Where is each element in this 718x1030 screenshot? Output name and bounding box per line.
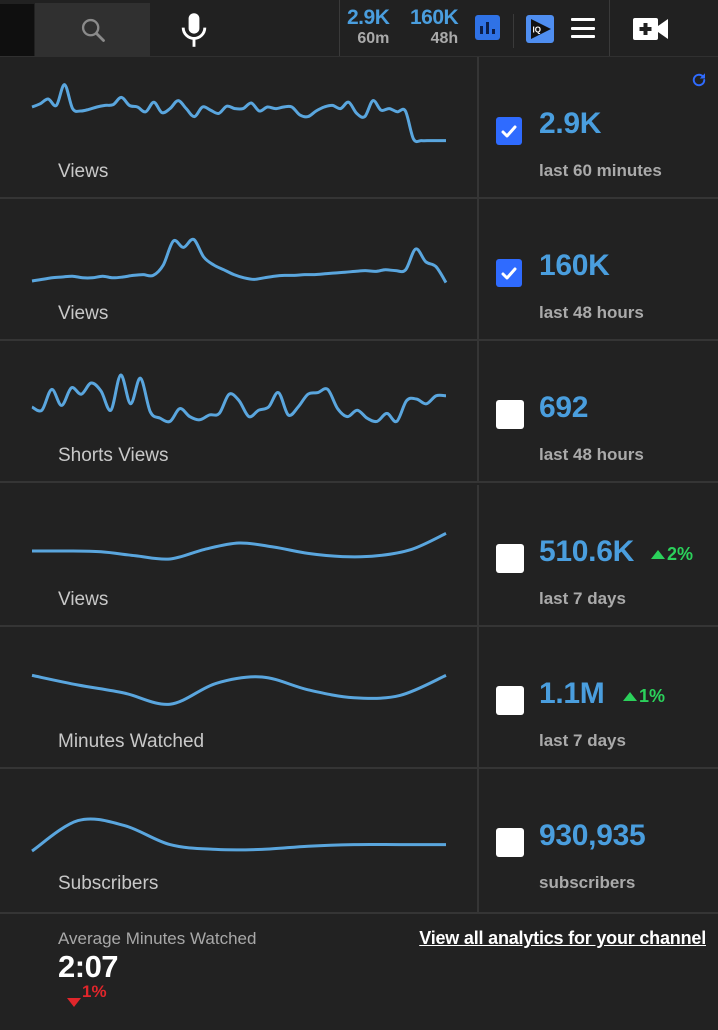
sparkline-chart: [30, 503, 450, 583]
svg-text:IQ: IQ: [533, 26, 541, 35]
metric-label: Shorts Views: [58, 445, 169, 466]
menu-icon-line: [571, 35, 595, 38]
metric-period: last 7 days: [539, 731, 626, 750]
divider: [339, 0, 340, 56]
realtime-stat-48h[interactable]: 160K 48h: [410, 6, 459, 48]
checkmark-icon: [501, 125, 517, 137]
sparkline-svg: [31, 532, 447, 561]
metric-row: Minutes Watched 1.1M 1% last 7 days: [0, 627, 718, 769]
sparkline-svg: [31, 373, 447, 424]
sparkline-line: [31, 673, 447, 706]
metric-chart-panel: Shorts Views: [0, 341, 479, 481]
metric-value: 1.1M: [539, 677, 605, 710]
metric-value: 510.6K: [539, 535, 634, 568]
divider: [513, 14, 514, 48]
analytics-chart-icon: [480, 26, 483, 34]
arrow-up-icon: [623, 692, 637, 701]
sparkline-svg: [31, 83, 446, 144]
metric-chart-panel: Views: [0, 57, 479, 197]
metric-label: Views: [58, 161, 109, 182]
sparkline-chart: [30, 645, 450, 725]
sparkline-line: [31, 817, 446, 853]
search-icon: [81, 18, 105, 42]
top-bar: 2.9K 60m 160K 48h IQ: [0, 0, 718, 57]
metric-checkbox[interactable]: [496, 400, 524, 429]
metric-chart-panel: Views: [0, 199, 479, 339]
metric-checkbox[interactable]: [496, 828, 524, 857]
metric-chart-panel: Minutes Watched: [0, 627, 479, 767]
analytics-chart-icon-bar: [486, 22, 489, 34]
sparkline-svg: [31, 673, 447, 706]
change-value: 1%: [82, 982, 107, 1001]
metric-row: Views 2.9K last 60 minutes: [0, 57, 718, 199]
avg-minutes-change: 1%: [67, 982, 107, 1008]
sparkline-chart: [30, 75, 450, 155]
sparkline-svg: [31, 817, 446, 853]
footer: Average Minutes Watched 2:07 1% View all…: [0, 914, 718, 1030]
stat-value: 160K: [410, 6, 459, 29]
menu-icon-line: [571, 26, 595, 30]
create-video-icon: [633, 18, 668, 40]
sparkline-line: [31, 237, 448, 284]
divider: [609, 0, 610, 56]
sparkline-svg: [31, 237, 448, 284]
menu-button[interactable]: [571, 18, 595, 38]
sparkline-line: [31, 373, 447, 424]
microphone-icon: [181, 13, 207, 47]
metric-row: Subscribers 930,935 subscribers: [0, 769, 718, 914]
metric-checkbox[interactable]: [496, 544, 524, 573]
metric-period: subscribers: [539, 873, 636, 892]
metric-change: 1%: [623, 686, 665, 707]
change-value: 2%: [667, 544, 694, 564]
sparkline-chart: [30, 787, 450, 867]
metric-label: Minutes Watched: [58, 731, 205, 752]
metric-label: Views: [58, 303, 109, 324]
stat-value: 2.9K: [347, 6, 390, 29]
metric-row: Views 510.6K 2% last 7 days: [0, 485, 718, 627]
voice-search-button[interactable]: [172, 8, 216, 52]
metric-period: last 7 days: [539, 589, 626, 608]
metric-period: last 48 hours: [539, 445, 644, 464]
realtime-stat-60m[interactable]: 2.9K 60m: [347, 6, 390, 48]
sparkline-chart: [30, 359, 450, 439]
metric-value: 930,935: [539, 819, 646, 852]
metric-chart-panel: Views: [0, 485, 479, 625]
metric-row: Views 160K last 48 hours: [0, 199, 718, 341]
arrow-down-icon: [67, 998, 81, 1007]
refresh-icon[interactable]: [690, 71, 708, 89]
checkmark-icon: [501, 267, 517, 279]
stat-label: 60m: [357, 30, 390, 47]
change-value: 1%: [639, 686, 666, 706]
sparkline-line: [31, 83, 446, 144]
menu-icon: [571, 18, 595, 21]
avg-minutes-value: 2:07: [58, 949, 119, 984]
analytics-chart-icon-bar: [492, 29, 495, 34]
metric-label: Views: [58, 589, 109, 610]
metric-row: Shorts Views 692 last 48 hours: [0, 341, 718, 483]
stat-label: 48h: [430, 30, 459, 47]
sparkline-line: [31, 532, 447, 561]
metric-chart-panel: Subscribers: [0, 769, 479, 912]
search-input-edge[interactable]: [0, 4, 34, 56]
avg-minutes-label: Average Minutes Watched: [58, 929, 257, 948]
sparkline-chart: [30, 217, 450, 297]
search-button[interactable]: [35, 3, 150, 57]
metric-period: last 48 hours: [539, 303, 644, 322]
analytics-chart-button[interactable]: [475, 15, 500, 40]
metric-value: 692: [539, 391, 589, 424]
vidiq-logo-icon: IQ: [531, 19, 551, 39]
vidiq-button[interactable]: IQ: [526, 15, 554, 43]
metric-checkbox[interactable]: [496, 686, 524, 715]
metric-value: 2.9K: [539, 107, 602, 140]
metric-label: Subscribers: [58, 873, 159, 894]
view-all-analytics-link[interactable]: View all analytics for your channel: [419, 928, 706, 949]
create-video-button[interactable]: [632, 14, 670, 44]
arrow-up-icon: [651, 550, 665, 559]
metric-value: 160K: [539, 249, 610, 282]
metric-period: last 60 minutes: [539, 161, 662, 180]
metric-checkbox[interactable]: [496, 259, 522, 287]
metric-change: 2%: [651, 544, 693, 565]
metric-checkbox[interactable]: [496, 117, 522, 145]
